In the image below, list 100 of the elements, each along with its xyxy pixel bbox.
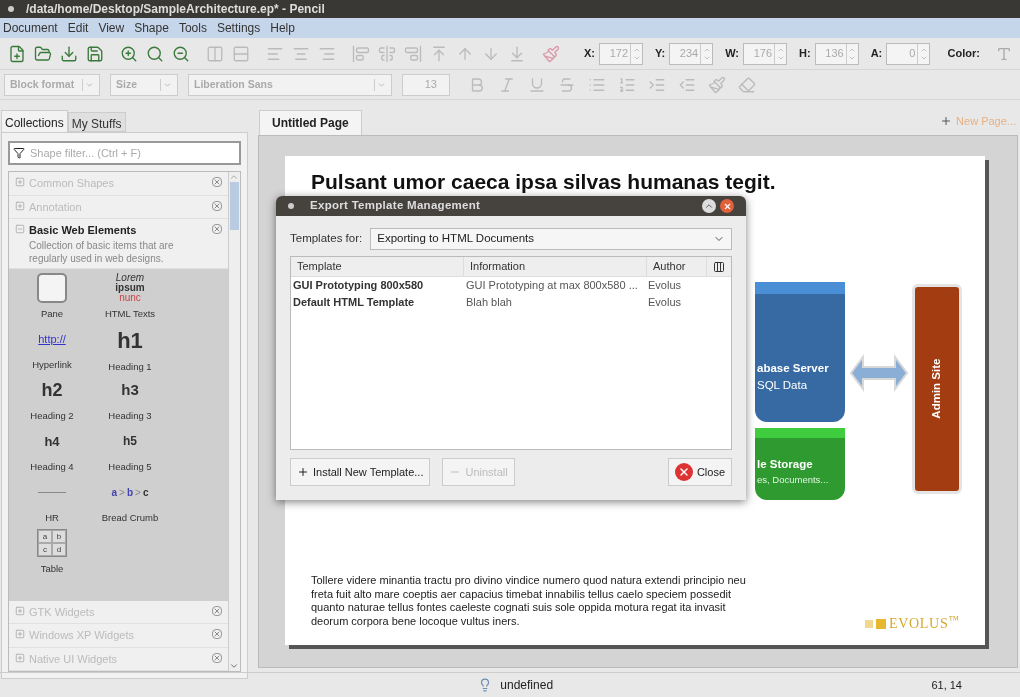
shape-tile[interactable]: http:// Hyperlink [13, 323, 91, 375]
expander-icon[interactable] [15, 177, 25, 187]
shape-tile[interactable]: Pane [13, 272, 91, 324]
zoom-out-icon[interactable] [172, 44, 190, 63]
menu-item[interactable]: View [98, 19, 125, 37]
table-cell-text: Evolus [648, 295, 683, 311]
columns-icon[interactable] [206, 44, 224, 63]
templates-dropdown[interactable]: Exporting to HTML Documents [370, 228, 732, 250]
close-icon[interactable] [720, 199, 734, 213]
folder-icon[interactable] [34, 44, 52, 63]
plus-icon [297, 466, 309, 478]
scroll-up-icon[interactable] [229, 172, 239, 182]
maximize-icon[interactable] [702, 199, 716, 213]
page-heading: Pulsant umor caeca ipsa silvas humanas tegit. [311, 169, 776, 195]
scrollbar[interactable] [228, 172, 240, 671]
bring-front-icon[interactable] [430, 44, 448, 63]
dropdown-icon [160, 78, 172, 91]
sidebar-tab[interactable]: Collections [1, 110, 68, 132]
close-icon [674, 463, 693, 481]
menu-item[interactable]: Tools [178, 19, 207, 37]
numbered-list-icon[interactable] [618, 75, 636, 94]
shape-tile[interactable]: h5 Heading 5 [91, 425, 169, 477]
expander-icon[interactable] [15, 605, 25, 616]
sidebar-tab[interactable]: My Stuffs [67, 112, 126, 132]
shape-tile[interactable]: h3 Heading 3 [91, 374, 169, 426]
align-middle-icon[interactable] [378, 44, 396, 63]
window-title: /data/home/Desktop/SampleArchitecture.ep* - Pencil [26, 1, 325, 18]
field-label: W: [725, 46, 740, 62]
collection-header[interactable]: Basic Web Elements Collection of basic items that are regularly used in web designs. [9, 219, 228, 269]
menu-item[interactable]: Settings [216, 19, 261, 37]
text-color-icon[interactable] [996, 45, 1012, 62]
column-picker-icon[interactable] [713, 260, 725, 273]
cylinder-title: abase Server [757, 361, 830, 376]
scroll-thumb[interactable] [230, 182, 239, 230]
shape-tile[interactable]: h4 Heading 4 [13, 425, 91, 477]
brush-icon[interactable] [708, 75, 726, 94]
new-file-icon[interactable] [8, 44, 26, 63]
color-label: Color: [947, 46, 980, 62]
search-icon[interactable] [146, 44, 164, 63]
column-header[interactable]: Information [464, 257, 647, 276]
menu-item[interactable]: Document [3, 19, 58, 37]
table-cell-text: Evolus [648, 278, 683, 294]
close-button[interactable]: Close [667, 458, 732, 486]
shape-tile[interactable]: h1 Heading 1 [91, 323, 169, 375]
column-header[interactable]: Author [647, 257, 707, 276]
table-preview: a b c d [37, 529, 67, 558]
align-bottom-icon[interactable] [404, 44, 422, 63]
menu-item[interactable]: Help [270, 19, 295, 37]
shape-tile[interactable]: a > b > c Bread Crumb [91, 476, 169, 528]
rule-preview [38, 491, 66, 493]
table-cell-text: Default HTML Template [292, 295, 416, 311]
field-label: Templates for: [290, 231, 363, 247]
menu-item[interactable]: Shape [134, 19, 169, 37]
strikethrough-icon[interactable] [558, 75, 576, 94]
collection-name: Basic Web Elements [29, 223, 138, 238]
scroll-down-icon[interactable] [229, 661, 239, 671]
download-icon[interactable] [60, 44, 78, 63]
menu-item[interactable]: Edit [67, 19, 89, 37]
eraser-icon[interactable] [738, 75, 756, 94]
field-label: A: [870, 46, 883, 62]
table-cell-text: Blah blah [466, 295, 513, 311]
expander-icon[interactable] [15, 652, 25, 663]
page-tab[interactable]: Untitled Page [259, 110, 362, 135]
filter-field[interactable]: Shape filter... (Ctrl + F) [8, 141, 241, 165]
table-cell-text: GUI Prototyping at max 800x580 ... [466, 278, 639, 294]
italic-icon[interactable] [498, 75, 516, 94]
brush-icon[interactable] [542, 44, 560, 63]
save-icon[interactable] [86, 44, 104, 63]
page-paragraph: Tollere videre minantia tractu pro divino vindice numero quod natura extendi principio neu freta fuit alto mare coeptis aer capacius timebat innabilis tellus caelo speciem possedit quanto naturae tellus fontes caeleste cognati suis sole oppida motura regat ita invasit deorum corpora bene locoque vultus iners. [311, 574, 747, 628]
shape-tile[interactable]: h2 Heading 2 [13, 374, 91, 426]
expander-icon[interactable] [15, 629, 25, 639]
shape-tile[interactable]: a b c d Table [13, 527, 91, 579]
cylinder-title: le Storage [757, 457, 814, 472]
filter-icon [13, 147, 25, 159]
field-label: X: [584, 46, 595, 62]
column-header[interactable]: Template [291, 257, 464, 276]
underline-icon[interactable] [528, 75, 546, 94]
cursor-position: 61, 14 [931, 677, 962, 693]
align-top-icon[interactable] [352, 44, 370, 63]
shape-tile[interactable]: HR [13, 476, 91, 528]
dropdown-icon [374, 78, 386, 91]
install-button[interactable]: Install New Template... [290, 458, 431, 486]
table-cell-text: GUI Prototyping 800x580 [292, 278, 425, 294]
cylinder-subtitle: SQL Data [757, 378, 809, 394]
pane-preview [37, 273, 67, 304]
rows-icon[interactable] [232, 44, 250, 63]
zoom-in-icon[interactable] [120, 44, 138, 63]
shape-tile[interactable]: Lorem ipsum nunc HTML Texts [91, 272, 169, 324]
collection-description: Collection of basic items that are regularly used in web designs. [29, 238, 175, 265]
block-label: Admin Site [929, 358, 944, 420]
expander-icon[interactable] [15, 224, 25, 234]
cylinder-subtitle: es, Documents... [757, 473, 830, 488]
status-message: undefined [500, 677, 554, 694]
plus-icon [940, 114, 953, 127]
spin-icon[interactable] [630, 43, 642, 64]
evolus-logo: EVOLUS$^{™}$ [865, 613, 960, 634]
expander-icon[interactable] [15, 200, 25, 211]
dialog-title: Export Template Management [310, 198, 481, 214]
field-label: Y: [655, 46, 666, 62]
send-back-icon[interactable] [508, 44, 526, 63]
